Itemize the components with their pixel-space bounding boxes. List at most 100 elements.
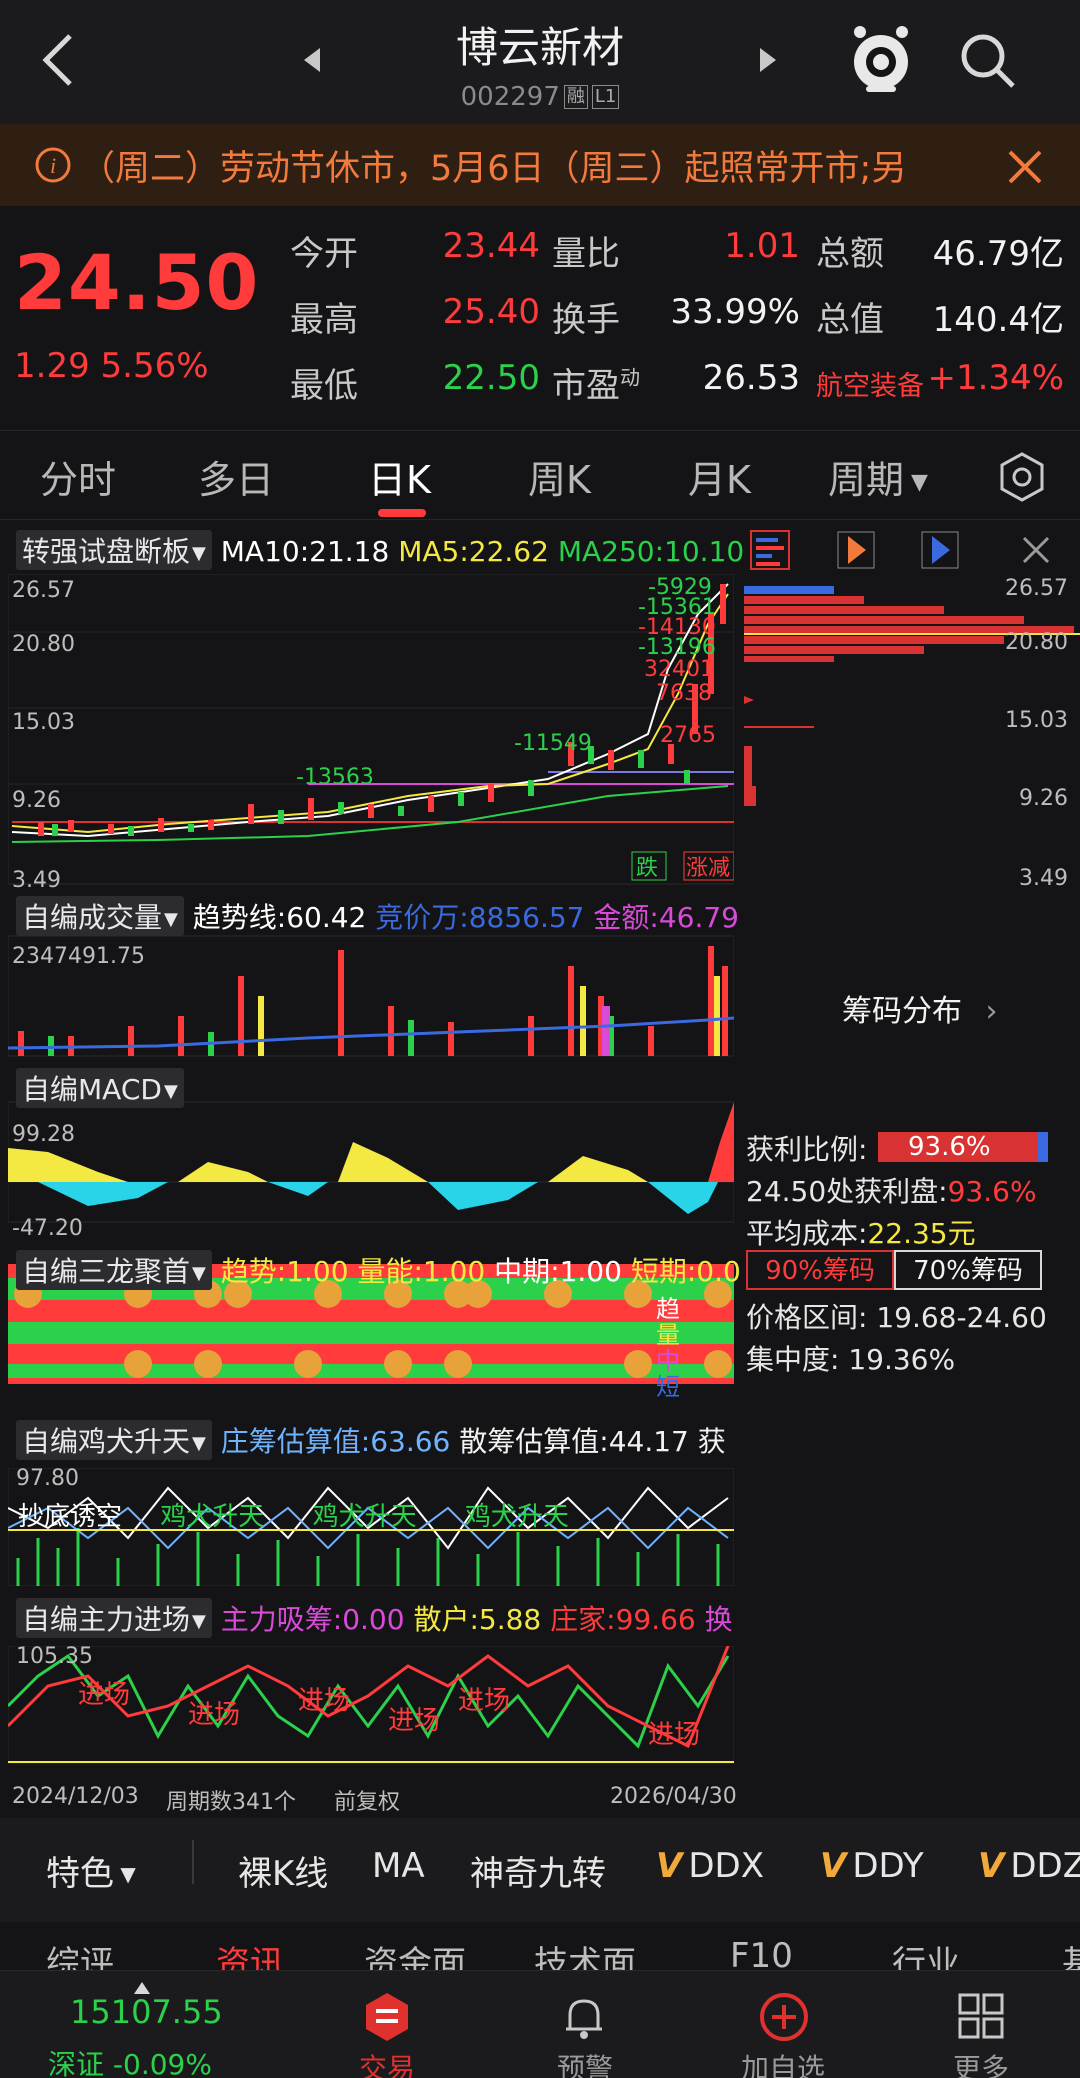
chicken-dog-legend: 自编鸡犬升天 ▼ 庄筹估算值:63.66 散筹估算值:44.17 获 [16,1420,726,1460]
kline-indicator-select[interactable]: 转强试盘断板 ▼ [16,530,212,570]
nav-alert[interactable]: 预警 [530,2047,640,2078]
chip-bars-button[interactable] [750,530,790,570]
high-value: 25.40 [442,292,540,332]
chip-distribution-link[interactable]: 筹码分布 › [842,986,998,1030]
kline-y-2: 20.80 [12,632,75,657]
main-force-indicator-select[interactable]: 自编主力进场 ▼ [16,1598,212,1638]
nav-add-watchlist[interactable]: 加自选 [728,2047,838,2078]
svg-text:2765: 2765 [660,723,716,748]
amount-value: 金额:46.79 [593,901,739,934]
chip-blue-button[interactable] [920,530,960,570]
kline-y-3: 15.03 [12,710,75,735]
profit-ratio-row: 获利比例: [746,1133,868,1166]
next-stock-button[interactable] [748,40,788,80]
search-icon [961,34,1015,88]
main-force-top: 105.35 [16,1644,93,1669]
three-dragon-indicator-select[interactable]: 自编三龙聚首 ▼ [16,1250,212,1290]
market-notice[interactable]: i （周二）劳动节休市，5月6日（周三）起照常开市;另 [0,124,1080,206]
assistant-button[interactable] [848,22,914,94]
caret-down-icon: ▼ [904,470,928,495]
indicator-nine-turn[interactable]: 神奇九转 [470,1846,606,1895]
chicken-dog-signals: 抄底诱空 鸡犬升天 鸡犬升天 鸡犬升天 [18,1502,569,1532]
indicator-ddz[interactable]: V DDZ [978,1846,1080,1886]
tab-monthly-k[interactable]: 月K [688,449,751,504]
adjust-mode[interactable]: 前复权 [334,1784,400,1816]
sector-name[interactable]: 航空装备 [816,364,924,403]
indicator-ddy[interactable]: V DDY [820,1846,924,1886]
chart-area[interactable]: 转强试盘断板 ▼ MA10:21.18 MA5:22.62 MA250:10.10 [8,524,744,1814]
tab-daily-k[interactable]: 日K [368,449,431,504]
close-icon [1008,150,1042,184]
svg-text:-13563: -13563 [296,765,374,790]
chip-70-button[interactable]: 70%筹码 [894,1250,1042,1290]
turnover-label: 换手 [552,300,620,340]
three-dragon-side-labels: 趋 量 中 短 [656,1295,680,1401]
svg-text:7638: 7638 [656,681,712,706]
search-button[interactable] [955,28,1019,92]
pe-label: 市盈动 [552,365,640,406]
low-value: 22.50 [442,358,540,398]
chicken-dog-indicator-select[interactable]: 自编鸡犬升天 ▼ [16,1420,212,1460]
bell-icon[interactable] [560,1993,608,2041]
expand-up-icon[interactable] [134,1979,150,1994]
indicator-bar: 特色 ▼ 裸K线 MA 神奇九转 V DDX V DDY V DDZ [0,1818,1080,1922]
chip-close-button[interactable] [1016,530,1056,570]
tab-weekly-k[interactable]: 周K [528,449,591,504]
margin-tag: 融 [563,85,588,109]
high-label: 最高 [290,300,358,340]
tab-intraday[interactable]: 分时 [40,449,116,504]
auction-value: 竞价万:8856.57 [375,901,585,934]
change-amount: 1.29 [14,346,90,386]
profit-ratio-bar: 93.6% [878,1132,1038,1162]
market-cap-label: 总值 [816,300,884,340]
volume-top: 2347491.75 [12,944,145,969]
tab-period[interactable]: 周期 ▼ [828,449,928,504]
owl-mascot-icon [854,26,908,92]
pe-value: 26.53 [702,358,800,398]
chip-90-button[interactable]: 90%筹码 [746,1250,894,1290]
index-value[interactable]: 15107.55 [70,1993,223,2031]
indicator-ddx[interactable]: V DDX [656,1846,764,1886]
trade-icon[interactable] [362,1991,412,2041]
feature-select[interactable]: 特色 ▼ [46,1846,136,1895]
back-button[interactable] [30,24,90,94]
ma5-label: MA5:22.62 [398,535,549,568]
blue-flag-icon [921,531,959,569]
amount-label: 总额 [816,234,884,274]
chip-tools [738,526,1080,576]
chevron-right-icon: › [985,994,998,1029]
sector-change[interactable]: +1.34% [924,358,1065,398]
chip-fire-button[interactable] [836,530,876,570]
period-end: 2026/04/30 [610,1784,737,1809]
close-notice-button[interactable] [1002,144,1048,190]
nav-trade[interactable]: 交易 [332,2047,442,2078]
bottom-navigation: 15107.55 深证 -0.09% 交易 预警 加自选 更多 [0,1970,1080,2078]
info-tabs: 综评 资讯 资金面 技术面 F10 行业 基 [0,1924,1080,1984]
last-price: 24.50 [14,238,260,327]
indicator-naked-k[interactable]: 裸K线 [238,1846,328,1895]
grid-icon[interactable] [956,1991,1006,2041]
amount-value: 46.79亿 [932,234,1064,274]
indicator-ma[interactable]: MA [372,1846,425,1886]
macd-indicator-select[interactable]: 自编MACD ▼ [16,1068,184,1108]
index-summary[interactable]: 深证 -0.09% [48,2043,212,2078]
prev-stock-button[interactable] [292,40,332,80]
notice-text: （周二）劳动节休市，5月6日（周三）起照常开市;另 [80,149,907,189]
volume-indicator-select[interactable]: 自编成交量 ▼ [16,896,184,936]
chart-settings-button[interactable] [996,451,1048,503]
stock-code: 002297 [460,82,560,112]
open-label: 今开 [290,234,358,274]
avg-cost-row: 平均成本:22.35元 [746,1217,976,1250]
chip-price-axis: 26.57 20.80 15.03 9.26 3.49 [1005,576,1068,891]
profit-at-price-row: 24.50处获利盘:93.6% [746,1175,1037,1208]
market-cap-value: 140.4亿 [932,300,1064,340]
nav-more[interactable]: 更多 [926,2047,1036,2078]
info-icon: i [34,146,72,184]
volume-legend: 自编成交量 ▼ 趋势线:60.42 竞价万:8856.57 金额:46.79 [16,896,739,936]
quote-panel: 24.50 1.29 5.56% 今开 23.44 最高 25.40 最低 22… [0,206,1080,422]
add-circle-icon[interactable] [758,1991,810,2043]
chevron-left-icon [42,34,72,86]
hexagon-settings-icon [1000,452,1044,502]
tab-multi-day[interactable]: 多日 [198,449,274,504]
kline-y-top: 26.57 [12,578,75,603]
